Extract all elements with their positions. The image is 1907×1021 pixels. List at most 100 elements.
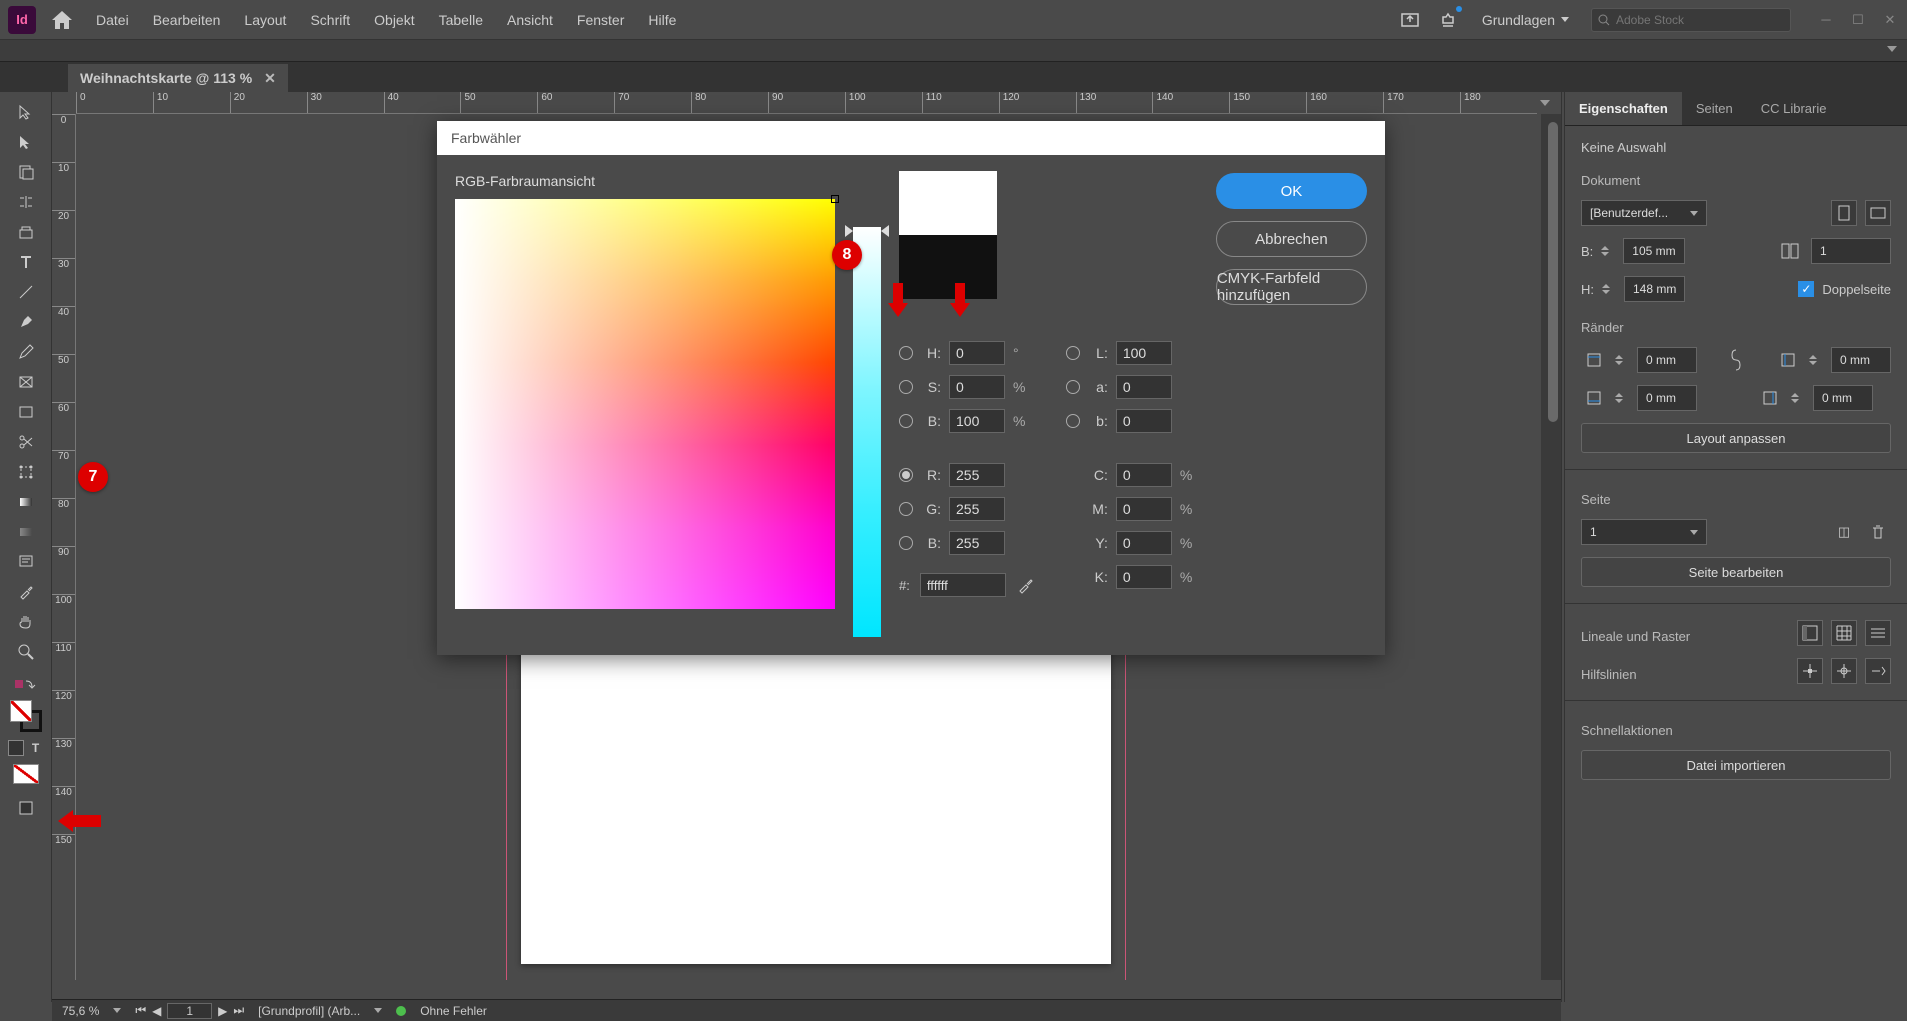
line-tool[interactable] xyxy=(9,278,43,306)
input-k[interactable] xyxy=(1116,565,1172,589)
fill-stroke-swatch[interactable] xyxy=(8,698,44,734)
import-file-button[interactable]: Datei importieren xyxy=(1581,750,1891,780)
zoom-tool[interactable] xyxy=(9,638,43,666)
delete-page-icon[interactable] xyxy=(1865,519,1891,545)
next-page-icon[interactable]: ▶ xyxy=(218,1004,227,1018)
menu-fenster[interactable]: Fenster xyxy=(577,12,624,28)
ruler-icon-1[interactable] xyxy=(1797,620,1823,646)
radio-a[interactable] xyxy=(1066,380,1080,394)
tab-cc-libraries[interactable]: CC Librarie xyxy=(1747,92,1841,125)
input-s[interactable] xyxy=(949,375,1005,399)
prev-page-icon[interactable]: ◀ xyxy=(152,1004,161,1018)
swap-fill-stroke-icon[interactable] xyxy=(9,676,43,692)
tab-seiten[interactable]: Seiten xyxy=(1682,92,1747,125)
menu-layout[interactable]: Layout xyxy=(244,12,286,28)
margin-right-input[interactable]: 0 mm xyxy=(1813,385,1873,411)
note-tool[interactable] xyxy=(9,548,43,576)
input-l[interactable] xyxy=(1116,341,1172,365)
grid-icon[interactable] xyxy=(1831,620,1857,646)
minimize-icon[interactable]: ─ xyxy=(1817,11,1835,29)
smart-guides-icon[interactable] xyxy=(1865,658,1891,684)
input-hex[interactable] xyxy=(920,573,1006,597)
maximize-icon[interactable]: ☐ xyxy=(1849,11,1867,29)
rectangle-tool[interactable] xyxy=(9,398,43,426)
radio-l[interactable] xyxy=(1066,346,1080,360)
input-c[interactable] xyxy=(1116,463,1172,487)
margin-bottom-input[interactable]: 0 mm xyxy=(1637,385,1697,411)
stock-search-input[interactable] xyxy=(1616,13,1784,27)
menu-datei[interactable]: Datei xyxy=(96,12,129,28)
input-b[interactable] xyxy=(949,409,1005,433)
hand-tool[interactable] xyxy=(9,608,43,636)
pen-tool[interactable] xyxy=(9,308,43,336)
input-bch[interactable] xyxy=(949,531,1005,555)
menu-objekt[interactable]: Objekt xyxy=(374,12,414,28)
eyedropper-tool[interactable] xyxy=(9,578,43,606)
orientation-landscape-icon[interactable] xyxy=(1865,200,1891,226)
view-mode-icon[interactable] xyxy=(9,794,43,822)
saturation-brightness-field[interactable] xyxy=(455,199,835,609)
apply-container-icon[interactable] xyxy=(8,740,24,756)
free-transform-tool[interactable] xyxy=(9,458,43,486)
guides-icon-2[interactable] xyxy=(1831,658,1857,684)
panel-dock-strip[interactable] xyxy=(1562,92,1565,1002)
workspace-switcher[interactable]: Grundlagen xyxy=(1474,8,1577,32)
adjust-layout-button[interactable]: Layout anpassen xyxy=(1581,423,1891,453)
type-tool[interactable] xyxy=(9,248,43,276)
facing-pages-checkbox[interactable] xyxy=(1798,281,1814,297)
selection-tool[interactable] xyxy=(9,98,43,126)
scissors-tool[interactable] xyxy=(9,428,43,456)
margin-left-input[interactable]: 0 mm xyxy=(1831,347,1891,373)
input-m[interactable] xyxy=(1116,497,1172,521)
input-a[interactable] xyxy=(1116,375,1172,399)
zoom-level[interactable]: 75,6 % xyxy=(62,1004,99,1018)
apply-none-icon[interactable] xyxy=(13,764,39,784)
gradient-swatch-tool[interactable] xyxy=(9,488,43,516)
page-number[interactable]: 1 xyxy=(167,1003,212,1019)
home-icon[interactable] xyxy=(48,6,76,34)
margin-top-input[interactable]: 0 mm xyxy=(1637,347,1697,373)
margin-top-stepper[interactable] xyxy=(1615,347,1629,373)
ok-button[interactable]: OK xyxy=(1216,173,1367,209)
menu-schrift[interactable]: Schrift xyxy=(310,12,350,28)
menu-hilfe[interactable]: Hilfe xyxy=(648,12,676,28)
width-input[interactable]: 105 mm xyxy=(1623,238,1684,264)
guides-icon-1[interactable] xyxy=(1797,658,1823,684)
menu-bearbeiten[interactable]: Bearbeiten xyxy=(153,12,221,28)
pencil-tool[interactable] xyxy=(9,338,43,366)
document-tab[interactable]: Weihnachtskarte @ 113 % ✕ xyxy=(68,64,288,92)
link-margins-icon[interactable] xyxy=(1723,347,1749,373)
margin-right-stepper[interactable] xyxy=(1791,385,1805,411)
profile-label[interactable]: [Grundprofil] (Arb... xyxy=(258,1004,360,1018)
gap-tool[interactable] xyxy=(9,188,43,216)
menu-ansicht[interactable]: Ansicht xyxy=(507,12,553,28)
page-navigator[interactable]: ⏮ ◀ 1 ▶ ⏭ xyxy=(135,1003,244,1019)
radio-bch[interactable] xyxy=(899,536,913,550)
rectangle-frame-tool[interactable] xyxy=(9,368,43,396)
new-page-icon[interactable]: ◫ xyxy=(1831,519,1857,545)
menu-tabelle[interactable]: Tabelle xyxy=(439,12,483,28)
height-stepper[interactable] xyxy=(1602,276,1616,302)
page-select[interactable]: 1 xyxy=(1581,519,1707,545)
height-input[interactable]: 148 mm xyxy=(1624,276,1685,302)
publish-online-icon[interactable] xyxy=(1398,8,1422,32)
radio-lab-b[interactable] xyxy=(1066,414,1080,428)
baseline-grid-icon[interactable] xyxy=(1865,620,1891,646)
radio-s[interactable] xyxy=(899,380,913,394)
radio-g[interactable] xyxy=(899,502,913,516)
page-tool[interactable] xyxy=(9,158,43,186)
content-collector-tool[interactable] xyxy=(9,218,43,246)
radio-b[interactable] xyxy=(899,414,913,428)
input-g[interactable] xyxy=(949,497,1005,521)
hue-slider-thumb[interactable] xyxy=(845,225,889,237)
share-icon[interactable] xyxy=(1436,8,1460,32)
tab-eigenschaften[interactable]: Eigenschaften xyxy=(1565,92,1682,125)
edit-page-button[interactable]: Seite bearbeiten xyxy=(1581,557,1891,587)
eyedropper-icon[interactable] xyxy=(1016,575,1036,595)
page-preset-select[interactable]: [Benutzerdef... xyxy=(1581,200,1707,226)
direct-selection-tool[interactable] xyxy=(9,128,43,156)
margin-left-stepper[interactable] xyxy=(1809,347,1823,373)
radio-r[interactable] xyxy=(899,468,913,482)
input-y[interactable] xyxy=(1116,531,1172,555)
input-r[interactable] xyxy=(949,463,1005,487)
